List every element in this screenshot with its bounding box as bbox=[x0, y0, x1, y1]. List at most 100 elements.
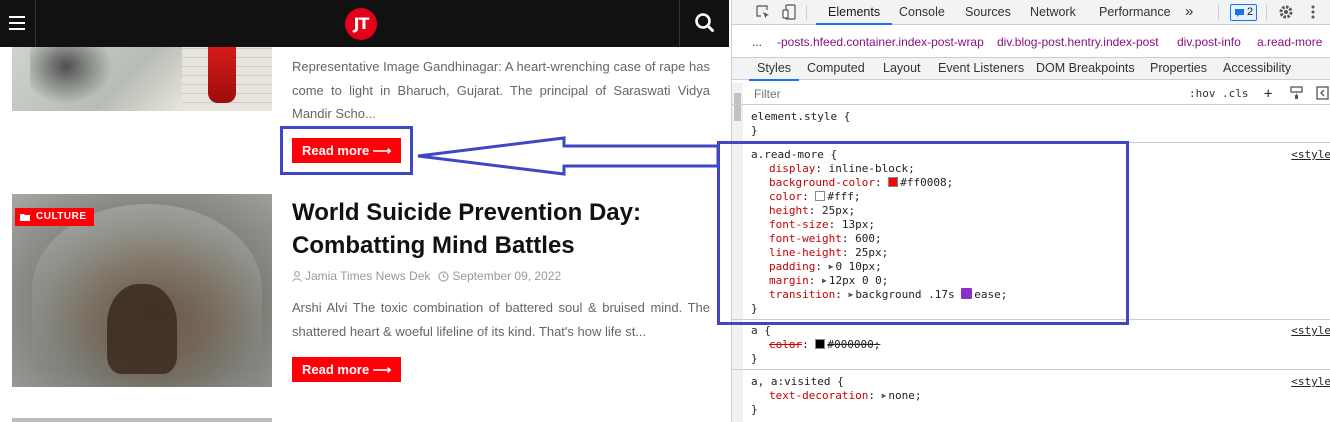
post-date: September 09, 2022 bbox=[438, 269, 561, 283]
css-prop: margin bbox=[769, 274, 809, 287]
css-value: #000000; bbox=[827, 338, 881, 351]
tab-properties[interactable]: Properties bbox=[1150, 58, 1207, 80]
css-value: background .17s bbox=[855, 288, 962, 301]
device-toggle-icon[interactable] bbox=[782, 4, 797, 23]
issues-badge[interactable]: 2 bbox=[1230, 4, 1258, 21]
css-declaration[interactable]: line-height: 25px; bbox=[732, 246, 1330, 260]
css-declaration[interactable]: height: 25px; bbox=[732, 204, 1330, 218]
css-declaration[interactable]: margin: ▶ 12px 0 0; bbox=[732, 274, 1330, 288]
read-more-button[interactable]: Read more ⟶ bbox=[292, 357, 402, 382]
css-prop: color bbox=[769, 338, 803, 351]
hover-state-toggle[interactable]: :hov bbox=[1189, 85, 1216, 103]
menu-bar bbox=[9, 22, 25, 24]
css-rule-close: } bbox=[751, 352, 758, 365]
tab-network[interactable]: Network bbox=[1030, 0, 1076, 25]
css-prop: line-height bbox=[769, 246, 842, 259]
more-options-icon[interactable] bbox=[1310, 4, 1316, 23]
css-value: 25px; bbox=[855, 246, 889, 259]
css-prop: color bbox=[769, 190, 803, 203]
tab-separator bbox=[1266, 5, 1267, 20]
css-selector[interactable]: element.style { bbox=[732, 110, 1330, 124]
breadcrumb-item[interactable]: div.blog-post.hentry.index-post bbox=[997, 31, 1159, 53]
css-rule-a-visited: a, a:visited { <style text-decoration: ▶… bbox=[732, 375, 1330, 422]
css-rule-source-link[interactable]: <style bbox=[1291, 324, 1330, 338]
css-prop: height bbox=[769, 204, 809, 217]
css-prop: background-color bbox=[769, 176, 875, 189]
class-toggle[interactable]: .cls bbox=[1222, 85, 1249, 103]
easing-editor-icon[interactable] bbox=[961, 288, 973, 299]
breadcrumb-item[interactable]: -posts.hfeed.container.index-post-wrap bbox=[777, 31, 984, 53]
css-declaration[interactable]: padding: ▶ 0 10px; bbox=[732, 260, 1330, 274]
tab-accessibility[interactable]: Accessibility bbox=[1223, 58, 1291, 80]
clock-icon bbox=[438, 270, 450, 282]
tab-console[interactable]: Console bbox=[899, 0, 945, 25]
sidebar-toggle-icon[interactable] bbox=[1316, 86, 1329, 103]
styles-pane: element.style { } a.read-more { <style d… bbox=[732, 106, 1330, 422]
css-rule-close: } bbox=[751, 403, 758, 416]
inspect-icon[interactable] bbox=[756, 5, 771, 23]
breadcrumb-item-selected[interactable]: a.read-more bbox=[1257, 31, 1322, 53]
css-value: 600; bbox=[855, 232, 882, 245]
css-declaration[interactable]: text-decoration: ▶ none; bbox=[732, 389, 1330, 403]
color-swatch[interactable] bbox=[815, 339, 826, 349]
site-header: JT bbox=[0, 0, 729, 47]
new-rule-button[interactable]: + bbox=[1264, 85, 1272, 103]
css-prop: transition bbox=[769, 288, 836, 301]
css-selector[interactable]: a, a:visited { bbox=[732, 375, 1330, 389]
css-value: 0 10px; bbox=[835, 260, 882, 273]
expand-triangle-icon[interactable]: ▶ bbox=[829, 260, 834, 274]
color-swatch[interactable] bbox=[815, 191, 826, 201]
css-declaration[interactable]: color: #fff; bbox=[732, 190, 1330, 204]
tab-performance[interactable]: Performance bbox=[1099, 0, 1171, 25]
css-prop: display bbox=[769, 162, 816, 175]
gear-icon[interactable] bbox=[1278, 4, 1294, 23]
post-author[interactable]: Jamia Times News Dek bbox=[292, 269, 430, 283]
color-swatch[interactable] bbox=[888, 177, 899, 187]
tab-dom-breakpoints[interactable]: DOM Breakpoints bbox=[1036, 58, 1135, 80]
tab-elements[interactable]: Elements bbox=[815, 0, 893, 25]
styles-filter-input[interactable] bbox=[750, 85, 1180, 103]
styles-filter-row: :hov .cls + bbox=[732, 83, 1330, 105]
site-logo[interactable]: JT bbox=[345, 8, 377, 40]
css-selector[interactable]: a { bbox=[732, 324, 1330, 338]
css-rule-source-link[interactable]: <style bbox=[1291, 148, 1330, 162]
css-value: 13px; bbox=[841, 218, 875, 231]
css-rule-a: a { <style color: #000000; } bbox=[732, 324, 1330, 370]
more-tabs-button[interactable]: » bbox=[1185, 0, 1193, 25]
search-button[interactable] bbox=[679, 0, 729, 47]
expand-triangle-icon[interactable]: ▶ bbox=[848, 288, 853, 302]
thumbnail-figure bbox=[208, 47, 236, 103]
css-declaration[interactable]: font-size: 13px; bbox=[732, 218, 1330, 232]
post-title[interactable]: World Suicide Prevention Day: Combatting… bbox=[292, 196, 722, 262]
css-declaration-overridden[interactable]: color: #000000; bbox=[732, 338, 1330, 352]
tab-styles[interactable]: Styles bbox=[748, 58, 800, 81]
css-value: #fff; bbox=[827, 190, 861, 203]
tab-computed[interactable]: Computed bbox=[807, 58, 865, 80]
css-declaration[interactable]: font-weight: 600; bbox=[732, 232, 1330, 246]
menu-bar bbox=[9, 28, 25, 30]
breadcrumb-more[interactable]: ... bbox=[752, 31, 762, 53]
breadcrumb-item[interactable]: div.post-info bbox=[1177, 31, 1241, 53]
expand-triangle-icon[interactable]: ▶ bbox=[822, 274, 827, 288]
css-declaration[interactable]: background-color: #ff0008; bbox=[732, 176, 1330, 190]
devtools-tabbar: Elements Console Sources Network Perform… bbox=[732, 0, 1330, 25]
css-declaration[interactable]: display: inline-block; bbox=[732, 162, 1330, 176]
css-rule-source-link[interactable]: <style bbox=[1291, 375, 1330, 389]
css-prop: font-weight bbox=[769, 232, 842, 245]
tab-event-listeners[interactable]: Event Listeners bbox=[938, 58, 1024, 80]
menu-button[interactable] bbox=[0, 0, 36, 47]
post-thumbnail[interactable] bbox=[12, 418, 272, 422]
post-thumbnail[interactable] bbox=[12, 47, 272, 111]
css-value: inline-block; bbox=[828, 162, 915, 175]
tab-sources[interactable]: Sources bbox=[965, 0, 1011, 25]
category-badge[interactable]: CULTURE bbox=[15, 208, 94, 226]
css-declaration[interactable]: transition: ▶ background .17s ease; bbox=[732, 288, 1330, 302]
css-value: #ff0008; bbox=[900, 176, 954, 189]
tab-separator bbox=[806, 5, 807, 20]
expand-triangle-icon[interactable]: ▶ bbox=[882, 389, 887, 403]
css-selector[interactable]: a.read-more { bbox=[732, 148, 1330, 162]
category-label: CULTURE bbox=[36, 211, 87, 222]
tab-layout[interactable]: Layout bbox=[883, 58, 921, 80]
paint-icon[interactable] bbox=[1290, 86, 1303, 103]
date-text: September 09, 2022 bbox=[452, 269, 562, 283]
